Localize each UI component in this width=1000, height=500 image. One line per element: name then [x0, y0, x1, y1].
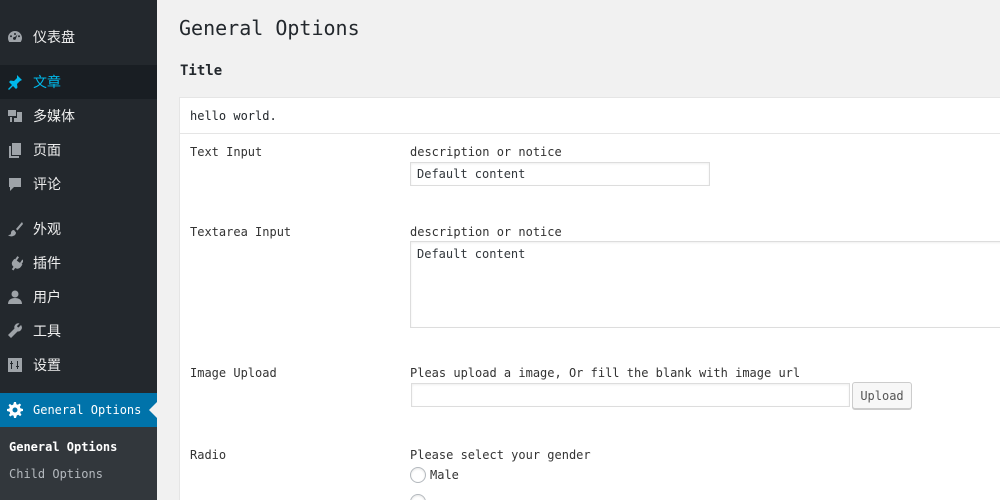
wrench-icon [7, 323, 23, 339]
sidebar-item-posts[interactable]: 文章 [0, 65, 157, 99]
pages-icon [7, 142, 23, 158]
textarea-input-field[interactable]: Default content [410, 241, 1000, 328]
sidebar-item-label: 文章 [33, 75, 61, 91]
sidebar-item-label: 外观 [33, 222, 61, 238]
submenu-item-general-options[interactable]: General Options [9, 440, 117, 454]
sidebar-item-users[interactable]: 用户 [0, 280, 157, 314]
user-icon [7, 289, 23, 305]
sidebar-item-label: 设置 [33, 358, 61, 374]
panel-header: hello world. [180, 98, 1000, 134]
sidebar-item-pages[interactable]: 页面 [0, 133, 157, 167]
sidebar-item-comments[interactable]: 评论 [0, 167, 157, 201]
textarea-input-description: description or notice [410, 225, 562, 239]
brush-icon [7, 221, 23, 237]
sidebar-item-label: 工具 [33, 324, 61, 340]
gear-icon [7, 402, 23, 418]
text-input-description: description or notice [410, 145, 562, 159]
image-upload-label: Image Upload [190, 366, 277, 380]
current-menu-arrow [149, 402, 157, 418]
admin-sidebar: 仪表盘 文章 多媒体 页面 评论 外观 插件 用户 工具 设置 General … [0, 0, 157, 500]
text-input-label: Text Input [190, 145, 263, 159]
media-icon [7, 108, 23, 124]
sidebar-item-label: 用户 [33, 290, 61, 306]
text-input-field[interactable] [410, 162, 710, 186]
sidebar-item-label: 页面 [33, 143, 61, 159]
settings-icon [7, 357, 23, 373]
sidebar-item-tools[interactable]: 工具 [0, 314, 157, 348]
radio-option-label: Male [430, 468, 459, 482]
page-title: General Options [179, 16, 360, 40]
textarea-input-label: Textarea Input [190, 225, 292, 239]
sidebar-item-general-options[interactable]: General Options [0, 393, 157, 427]
plugin-icon [7, 255, 23, 271]
sidebar-item-dashboard[interactable]: 仪表盘 [0, 20, 157, 54]
radio-male[interactable] [410, 467, 426, 483]
image-upload-description: Pleas upload a image, Or fill the blank … [410, 366, 801, 380]
sidebar-item-label: General Options [33, 403, 142, 417]
sidebar-item-settings[interactable]: 设置 [0, 348, 157, 382]
section-title: Title [180, 63, 223, 79]
pin-icon [7, 74, 23, 90]
image-url-input[interactable] [411, 383, 850, 407]
dashboard-icon [7, 29, 23, 45]
sidebar-item-label: 多媒体 [33, 109, 75, 125]
sidebar-item-media[interactable]: 多媒体 [0, 99, 157, 133]
comment-icon [7, 176, 23, 192]
sidebar-item-label: 插件 [33, 256, 61, 272]
panel-header-text: hello world. [190, 109, 277, 123]
radio-description: Please select your gender [410, 448, 591, 462]
sidebar-item-label: 仪表盘 [33, 30, 75, 46]
submenu-item-child-options[interactable]: Child Options [9, 467, 103, 481]
upload-button[interactable]: Upload [852, 382, 912, 409]
submenu: General Options Child Options [0, 427, 157, 500]
sidebar-item-appearance[interactable]: 外观 [0, 212, 157, 246]
sidebar-item-plugins[interactable]: 插件 [0, 246, 157, 280]
radio-label: Radio [190, 448, 227, 462]
sidebar-item-label: 评论 [33, 177, 61, 193]
